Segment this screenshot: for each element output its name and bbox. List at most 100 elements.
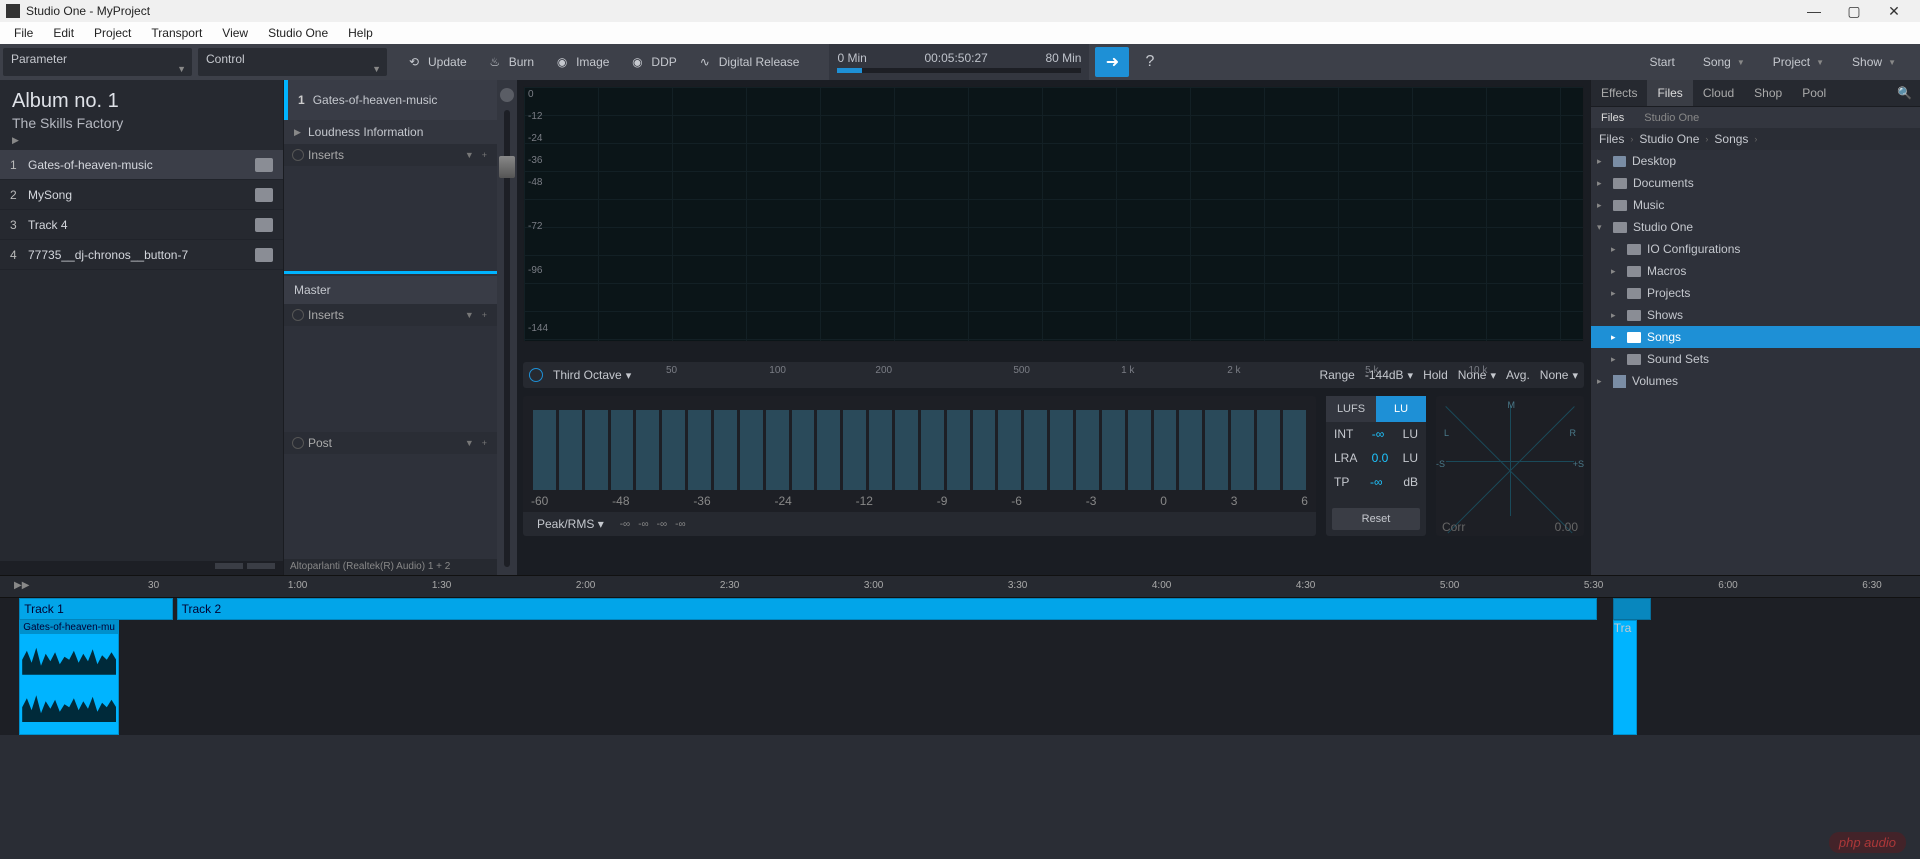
tree-item[interactable]: ▸Music — [1591, 194, 1920, 216]
subtab-studio-one[interactable]: Studio One — [1634, 112, 1709, 124]
play-icon[interactable]: ▶ — [12, 135, 271, 146]
master-header[interactable]: Master — [284, 276, 497, 304]
play-icon[interactable]: ▶▶ — [14, 580, 29, 591]
plus-icon[interactable]: + — [480, 310, 489, 320]
digital-release-button[interactable]: ∿Digital Release — [687, 44, 810, 80]
post-header[interactable]: Post ▼ + — [284, 432, 497, 454]
chevron-icon[interactable]: ▸ — [1597, 200, 1607, 211]
track-clip[interactable]: Track 1 — [19, 598, 173, 620]
menu-studio-one[interactable]: Studio One — [260, 24, 336, 42]
output-device[interactable]: Altoparlanti (Realtek(R) Audio) 1 + 2 — [284, 559, 497, 575]
avg-dropdown[interactable]: None ▾ — [1540, 368, 1578, 382]
maximize-button[interactable]: ▢ — [1834, 3, 1874, 20]
fader-slider[interactable] — [504, 110, 510, 567]
crumb[interactable]: Studio One — [1639, 132, 1699, 146]
nav-project[interactable]: Project▼ — [1759, 44, 1838, 80]
chevron-icon[interactable]: ▸ — [1611, 244, 1621, 255]
control-dropdown[interactable]: Control▼ — [198, 48, 387, 76]
app-icon — [6, 4, 20, 18]
nav-show[interactable]: Show▼ — [1838, 44, 1910, 80]
pan-knob[interactable] — [500, 88, 514, 102]
tab-files[interactable]: Files — [1647, 80, 1692, 106]
power-icon[interactable] — [292, 309, 304, 321]
tree-item[interactable]: ▸IO Configurations — [1591, 238, 1920, 260]
tree-item[interactable]: ▾Studio One — [1591, 216, 1920, 238]
tree-item[interactable]: ▸Shows — [1591, 304, 1920, 326]
time-progress[interactable] — [837, 68, 1081, 73]
close-button[interactable]: ✕ — [1874, 3, 1914, 20]
track-clip[interactable] — [1613, 598, 1651, 620]
track-row[interactable]: 1 Gates-of-heaven-music — [0, 150, 283, 180]
channel-header[interactable]: 1 Gates-of-heaven-music — [284, 80, 497, 120]
reset-button[interactable]: Reset — [1332, 508, 1420, 530]
tab-effects[interactable]: Effects — [1591, 80, 1647, 106]
lu-button[interactable]: LU — [1376, 396, 1426, 422]
loudness-info[interactable]: ▶ Loudness Information — [284, 120, 497, 144]
subtab-files[interactable]: Files — [1591, 112, 1634, 124]
chevron-icon[interactable]: ▸ — [1611, 288, 1621, 299]
tree-item[interactable]: ▸ Projects — [1591, 282, 1920, 304]
tree-item[interactable]: ▸Sound Sets — [1591, 348, 1920, 370]
burn-button[interactable]: ♨Burn — [477, 44, 544, 80]
chevron-icon[interactable]: ▸ — [1611, 332, 1621, 343]
nav-start[interactable]: Start — [1635, 44, 1688, 80]
image-button[interactable]: ◉Image — [544, 44, 619, 80]
tree-item[interactable]: ▸Documents — [1591, 172, 1920, 194]
help-button[interactable]: ? — [1135, 44, 1164, 80]
ddp-button[interactable]: ◉DDP — [619, 44, 686, 80]
parameter-dropdown[interactable]: Parameter▼ — [3, 48, 192, 76]
chevron-icon[interactable]: ▸ — [1597, 376, 1607, 387]
resize-handle[interactable] — [0, 561, 283, 575]
arrange-area[interactable]: Gates-of-heaven-mu Tra — [0, 620, 1920, 735]
audio-event[interactable]: Tra — [1613, 620, 1637, 735]
update-button[interactable]: ⟲Update — [396, 44, 477, 80]
audio-event[interactable]: Gates-of-heaven-mu — [19, 620, 119, 735]
chevron-icon[interactable]: ▾ — [1597, 222, 1607, 233]
power-icon[interactable] — [529, 368, 543, 382]
tree-item[interactable]: ▸Songs — [1591, 326, 1920, 348]
minimize-button[interactable]: — — [1794, 3, 1834, 19]
tree-item[interactable]: ▸Macros — [1591, 260, 1920, 282]
time-max: 80 Min — [1045, 51, 1081, 65]
inserts-header[interactable]: Inserts ▼ + — [284, 144, 497, 166]
chevron-icon[interactable]: ▸ — [1611, 310, 1621, 321]
menu-edit[interactable]: Edit — [45, 24, 82, 42]
track-row[interactable]: 2 MySong — [0, 180, 283, 210]
power-icon[interactable] — [292, 149, 304, 161]
tab-pool[interactable]: Pool — [1792, 80, 1836, 106]
chevron-icon[interactable]: ▸ — [1611, 266, 1621, 277]
peak-mode-dropdown[interactable]: Peak/RMS ▾ — [537, 517, 604, 531]
search-icon[interactable]: 🔍 — [1889, 86, 1920, 100]
menu-help[interactable]: Help — [340, 24, 381, 42]
track-clip[interactable]: Track 2 — [177, 598, 1598, 620]
chevron-icon[interactable]: ▸ — [1597, 156, 1607, 167]
power-icon[interactable] — [292, 437, 304, 449]
album-subtitle: The Skills Factory — [12, 115, 271, 131]
tree-label: Projects — [1647, 286, 1690, 300]
chevron-down-icon[interactable]: ▼ — [463, 438, 476, 448]
tab-cloud[interactable]: Cloud — [1693, 80, 1744, 106]
track-row[interactable]: 3 Track 4 — [0, 210, 283, 240]
export-button[interactable]: ➜ — [1095, 47, 1129, 77]
chevron-down-icon[interactable]: ▼ — [463, 310, 476, 320]
menu-transport[interactable]: Transport — [143, 24, 210, 42]
plus-icon[interactable]: + — [480, 438, 489, 448]
lufs-button[interactable]: LUFS — [1326, 396, 1376, 422]
crumb[interactable]: Songs — [1714, 132, 1748, 146]
menu-project[interactable]: Project — [86, 24, 139, 42]
timeline-ruler[interactable]: ▶▶ 30 1:00 1:30 2:00 2:30 3:00 3:30 4:00… — [0, 576, 1920, 598]
chevron-icon[interactable]: ▸ — [1611, 354, 1621, 365]
chevron-down-icon[interactable]: ▼ — [463, 150, 476, 160]
tab-shop[interactable]: Shop — [1744, 80, 1792, 106]
chevron-icon[interactable]: ▸ — [1597, 178, 1607, 189]
spectrum-mode-dropdown[interactable]: Third Octave ▾ — [553, 368, 631, 382]
menu-view[interactable]: View — [214, 24, 256, 42]
crumb[interactable]: Files — [1599, 132, 1624, 146]
tree-item[interactable]: ▸Desktop — [1591, 150, 1920, 172]
nav-song[interactable]: Song▼ — [1689, 44, 1759, 80]
track-row[interactable]: 4 77735__dj-chronos__button-7 — [0, 240, 283, 270]
master-inserts-header[interactable]: Inserts ▼ + — [284, 304, 497, 326]
tree-item[interactable]: ▸Volumes — [1591, 370, 1920, 392]
menu-file[interactable]: File — [6, 24, 41, 42]
plus-icon[interactable]: + — [480, 150, 489, 160]
